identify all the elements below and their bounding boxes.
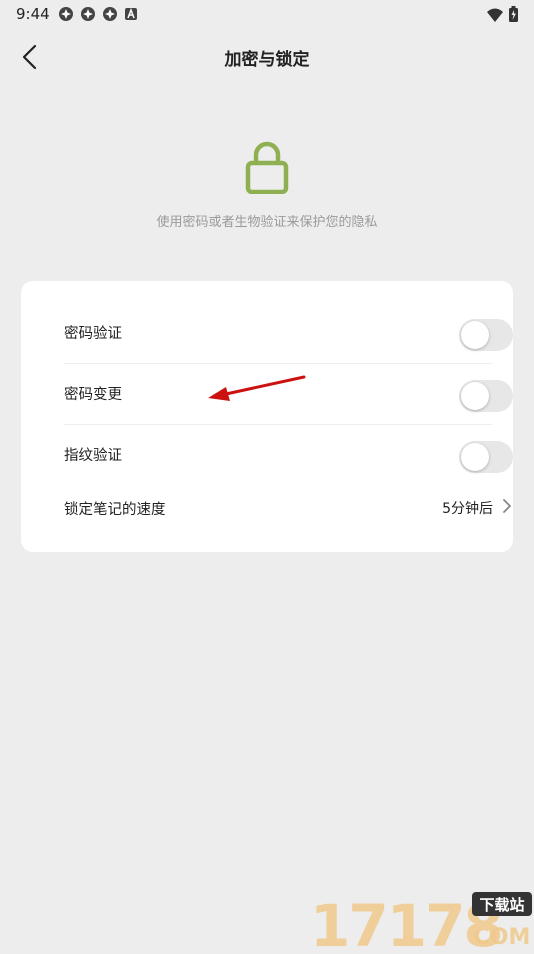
lock-speed-value: 5分钟后 <box>442 501 493 517</box>
password-change-toggle[interactable] <box>459 380 513 412</box>
svg-text:COM: COM <box>474 925 531 950</box>
a-box-icon <box>124 6 140 22</box>
system-icons <box>487 6 518 26</box>
row-fingerprint-verify: 指纹验证 <box>64 424 513 485</box>
notification-icons <box>58 6 140 22</box>
notification-icon <box>80 6 96 22</box>
password-verify-toggle[interactable] <box>459 319 513 351</box>
row-label: 指纹验证 <box>64 448 122 464</box>
page-title: 加密与锁定 <box>224 50 310 70</box>
row-label: 密码验证 <box>64 326 122 342</box>
notification-icon <box>58 6 74 22</box>
intro-text: 使用密码或者生物验证来保护您的隐私 <box>156 215 378 230</box>
app-bar: 加密与锁定 <box>0 30 534 86</box>
status-bar: 9:44 <box>0 0 534 28</box>
watermark-logo: 17178 下载站 COM <box>308 888 534 954</box>
toggle-knob <box>461 443 489 471</box>
row-lock-speed[interactable]: 锁定笔记的速度 5分钟后 <box>64 478 511 539</box>
battery-icon <box>509 6 518 26</box>
toggle-knob <box>461 382 489 410</box>
wifi-icon <box>487 7 503 26</box>
fingerprint-verify-toggle[interactable] <box>459 441 513 473</box>
row-password-verify: 密码验证 <box>64 302 513 364</box>
settings-card: 密码验证 密码变更 指纹验证 锁定笔记的速度 5分钟后 <box>21 281 513 552</box>
toggle-knob <box>461 321 489 349</box>
status-time: 9:44 <box>16 5 50 23</box>
svg-text:下载站: 下载站 <box>479 896 524 914</box>
notification-icon <box>102 6 118 22</box>
chevron-right-icon <box>503 499 511 513</box>
annotation-arrow <box>208 375 306 401</box>
lock-icon <box>244 140 290 195</box>
row-label: 密码变更 <box>64 387 122 403</box>
row-label: 锁定笔记的速度 <box>64 502 166 518</box>
